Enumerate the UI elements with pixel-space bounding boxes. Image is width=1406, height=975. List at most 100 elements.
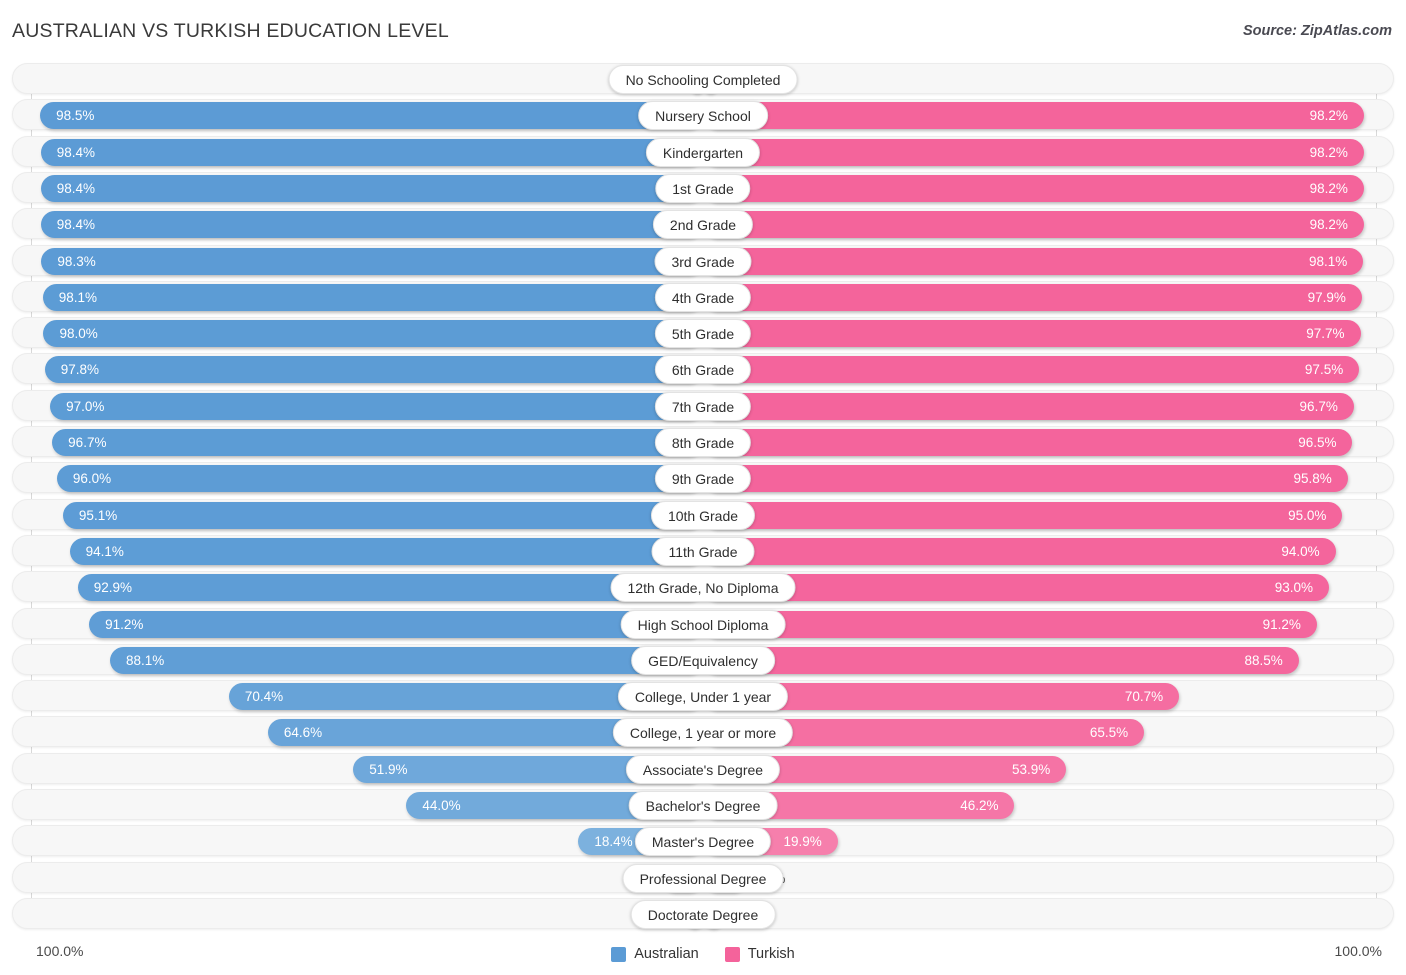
row-track: 94.1% 94.0% 11th Grade [13, 536, 1393, 566]
value-label-turkish: 98.2% [1309, 144, 1348, 160]
row-track: 96.0% 95.8% 9th Grade [13, 463, 1393, 494]
category-label[interactable]: 2nd Grade [652, 210, 754, 240]
table-row[interactable]: 91.2% 91.2% High School Diploma [12, 607, 1394, 639]
category-label[interactable]: Doctorate Degree [630, 899, 776, 929]
table-row[interactable]: 98.0% 97.7% 5th Grade [12, 317, 1394, 349]
table-row[interactable]: 96.0% 95.8% 9th Grade [12, 462, 1394, 494]
legend-item[interactable]: Turkish [724, 946, 795, 962]
row-track: 64.6% 65.5% College, 1 year or more [13, 717, 1393, 748]
table-row[interactable]: 98.5% 98.2% Nursery School [12, 99, 1394, 131]
chart-page: AUSTRALIAN VS TURKISH EDUCATION LEVEL So… [0, 0, 1406, 975]
category-label[interactable]: Associate's Degree [625, 754, 781, 784]
value-label-australian: 98.0% [59, 326, 98, 342]
table-row[interactable]: 1.6%1.8%No Schooling Completed [12, 63, 1394, 94]
table-row[interactable]: 98.1% 97.9% 4th Grade [12, 280, 1394, 312]
value-label-australian: 91.2% [105, 616, 144, 632]
category-label[interactable]: 1st Grade [655, 173, 751, 203]
table-row[interactable]: 2.4%2.7%Doctorate Degree [12, 897, 1394, 929]
table-row[interactable]: 18.4% 19.9% Master's Degree [12, 825, 1394, 857]
table-row[interactable]: 98.4% 98.2% 2nd Grade [12, 208, 1394, 240]
table-row[interactable]: 44.0% 46.2% Bachelor's Degree [12, 789, 1394, 820]
bar-turkish [704, 574, 1329, 602]
value-label-turkish: 94.0% [1281, 543, 1320, 559]
table-row[interactable]: 98.4% 98.2% 1st Grade [12, 171, 1394, 203]
value-label-turkish: 98.1% [1308, 253, 1348, 269]
table-row[interactable]: 92.9% 93.0% 12th Grade, No Diploma [12, 571, 1394, 603]
value-label-turkish: 97.9% [1307, 289, 1346, 305]
table-row[interactable]: 88.1% 88.5% GED/Equivalency [12, 643, 1394, 675]
table-row[interactable]: 97.0% 96.7% 7th Grade [12, 389, 1394, 421]
category-label[interactable]: Nursery School [638, 101, 768, 131]
table-row[interactable]: 97.8% 97.5% 6th Grade [12, 353, 1394, 385]
category-label[interactable]: 3rd Grade [654, 246, 752, 276]
bar-australian [41, 247, 702, 275]
category-label[interactable]: 8th Grade [654, 428, 752, 457]
table-row[interactable]: 95.1% 95.0% 10th Grade [12, 498, 1394, 530]
category-label[interactable]: Master's Degree [634, 827, 772, 857]
row-track: 44.0% 46.2% Bachelor's Degree [13, 790, 1393, 820]
row-track: 97.8% 97.5% 6th Grade [13, 354, 1393, 385]
category-label[interactable]: 7th Grade [654, 391, 752, 421]
legend-label: Australian [634, 946, 699, 962]
category-label[interactable]: 10th Grade [650, 500, 756, 530]
category-label[interactable]: 9th Grade [654, 464, 752, 494]
value-label-turkish: 96.7% [1299, 398, 1338, 414]
bar-australian [56, 465, 702, 493]
bar-australian [40, 174, 702, 202]
category-label[interactable]: 12th Grade, No Diploma [610, 573, 796, 603]
table-row[interactable]: 98.3% 98.1% 3rd Grade [12, 244, 1394, 276]
category-label[interactable]: GED/Equivalency [631, 645, 775, 675]
row-track: 96.7% 96.5% 8th Grade [13, 427, 1393, 457]
row-track: 91.2% 91.2% High School Diploma [13, 609, 1393, 639]
category-label[interactable]: Kindergarten [645, 137, 761, 167]
bar-australian [52, 429, 702, 456]
category-label[interactable]: Bachelor's Degree [628, 791, 778, 820]
category-label[interactable]: College, 1 year or more [612, 718, 794, 748]
value-label-australian: 88.1% [125, 652, 165, 668]
bar-australian [69, 537, 702, 565]
table-row[interactable]: 98.4% 98.2% Kindergarten [12, 135, 1394, 167]
value-label-turkish: 98.2% [1309, 217, 1348, 233]
category-label[interactable]: 6th Grade [654, 355, 752, 385]
category-label[interactable]: No Schooling Completed [608, 65, 798, 94]
table-row[interactable]: 94.1% 94.0% 11th Grade [12, 534, 1394, 566]
bar-turkish [704, 537, 1336, 565]
row-track: 98.0% 97.7% 5th Grade [13, 318, 1393, 349]
table-row[interactable]: 96.7% 96.5% 8th Grade [12, 426, 1394, 457]
category-label[interactable]: High School Diploma [620, 609, 786, 639]
value-label-australian: 98.5% [56, 108, 95, 124]
value-label-turkish: 19.9% [783, 834, 822, 850]
value-label-turkish: 70.7% [1124, 689, 1164, 705]
bar-turkish [704, 501, 1343, 529]
legend-swatch-australian [611, 946, 627, 962]
value-label-turkish: 97.7% [1306, 326, 1345, 342]
bar-australian [40, 211, 702, 239]
row-track: 95.1% 95.0% 10th Grade [13, 500, 1393, 530]
category-label[interactable]: 11th Grade [651, 536, 755, 566]
legend-item[interactable]: Australian [611, 946, 699, 962]
category-label[interactable]: 5th Grade [654, 319, 752, 349]
row-track: 97.0% 96.7% 7th Grade [13, 391, 1393, 421]
category-label[interactable]: 4th Grade [654, 282, 752, 312]
value-label-turkish: 98.2% [1309, 180, 1348, 196]
bar-turkish [704, 465, 1348, 493]
row-track: 98.4% 98.2% Kindergarten [13, 137, 1393, 167]
legend-label: Turkish [747, 946, 795, 962]
category-label[interactable]: Professional Degree [622, 863, 784, 893]
bar-australian [62, 501, 702, 529]
table-row[interactable]: 64.6% 65.5% College, 1 year or more [12, 716, 1394, 748]
bar-australian [40, 138, 702, 166]
value-label-turkish: 95.8% [1293, 471, 1332, 487]
value-label-turkish: 46.2% [960, 798, 999, 813]
value-label-turkish: 53.9% [1011, 761, 1051, 777]
bar-turkish [704, 211, 1364, 239]
value-label-turkish: 91.2% [1262, 616, 1301, 632]
table-row[interactable]: 51.9% 53.9% Associate's Degree [12, 752, 1394, 784]
table-row[interactable]: 70.4% 70.7% College, Under 1 year [12, 680, 1394, 712]
bar-australian [42, 283, 702, 311]
table-row[interactable]: 5.9%6.2%Professional Degree [12, 861, 1394, 893]
bar-australian [44, 356, 702, 384]
category-label[interactable]: College, Under 1 year [617, 682, 789, 712]
bar-turkish [704, 429, 1353, 456]
row-track: 1.6%1.8%No Schooling Completed [13, 64, 1393, 94]
